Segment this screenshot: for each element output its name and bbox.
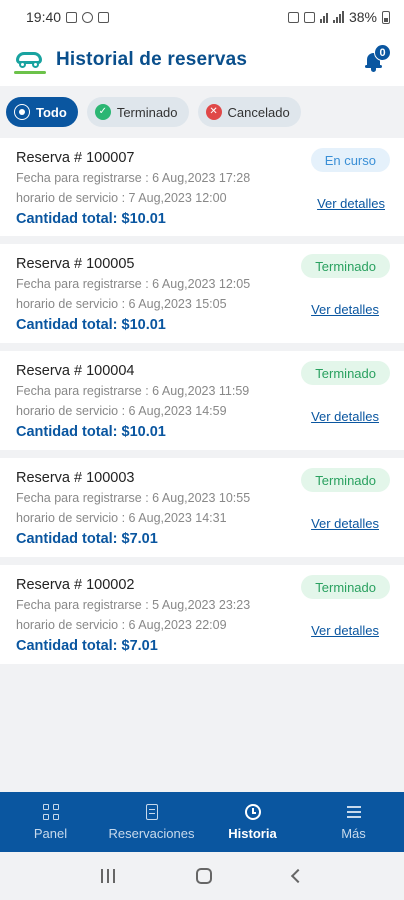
x-circle-icon: ✕ <box>205 104 222 120</box>
back-button[interactable] <box>291 868 306 884</box>
menu-icon <box>346 804 362 820</box>
reservation-card[interactable]: Reserva # 100005 Fecha para registrarse … <box>0 244 404 343</box>
total-amount: Cantidad total: $7.01 <box>16 638 158 654</box>
history-icon <box>244 803 261 820</box>
registration-date: Fecha para registrarse : 6 Aug,2023 11:5… <box>16 384 250 398</box>
whatsapp-notification-icon <box>82 11 94 23</box>
reservation-card[interactable]: Reserva # 100002 Fecha para registrarse … <box>0 565 404 664</box>
service-date: horario de servicio : 6 Aug,2023 14:59 <box>16 404 227 418</box>
nav-label: Panel <box>33 825 68 841</box>
bottom-navigation: Panel Reservaciones Historia Más <box>0 792 404 852</box>
reservation-card[interactable]: Reserva # 100007 Fecha para registrarse … <box>0 138 404 236</box>
registration-date: Fecha para registrarse : 6 Aug,2023 12:0… <box>16 277 251 291</box>
mute-icon <box>303 11 315 23</box>
reservation-card[interactable]: Reserva # 100004 Fecha para registrarse … <box>0 351 404 450</box>
reservation-card[interactable]: Reserva # 100003 Fecha para registrarse … <box>0 458 404 557</box>
nav-label: Reservaciones <box>108 825 195 841</box>
home-button[interactable] <box>195 868 212 884</box>
status-right: 38% <box>287 9 390 25</box>
service-date: horario de servicio : 6 Aug,2023 14:31 <box>16 511 227 525</box>
nav-label: Más <box>341 825 366 841</box>
view-details-link[interactable]: Ver detalles <box>311 623 379 638</box>
view-details-link[interactable]: Ver detalles <box>311 516 379 531</box>
wifi-icon <box>319 11 328 23</box>
nav-item-historia[interactable]: Historia <box>202 792 303 852</box>
signal-icon <box>332 11 344 23</box>
filter-bar: Todo ✓ Terminado ✕ Cancelado <box>0 86 404 138</box>
status-bar: 19:40 38% <box>0 0 404 34</box>
registration-date: Fecha para registrarse : 6 Aug,2023 10:5… <box>16 491 251 505</box>
nav-item-reservaciones[interactable]: Reservaciones <box>101 792 202 852</box>
reservation-id: Reserva # 100002 <box>16 577 135 593</box>
total-amount: Cantidad total: $10.01 <box>16 424 166 440</box>
service-date: horario de servicio : 6 Aug,2023 15:05 <box>16 297 227 311</box>
status-badge: Terminado <box>301 361 390 385</box>
app-logo-icon <box>14 46 46 74</box>
reservation-id: Reserva # 100007 <box>16 150 135 166</box>
reservation-id: Reserva # 100004 <box>16 363 135 379</box>
filter-chip-todo[interactable]: Todo <box>6 97 78 127</box>
filter-label: Cancelado <box>227 104 290 120</box>
system-navigation-bar <box>0 852 404 900</box>
view-details-link[interactable]: Ver detalles <box>311 409 379 424</box>
recent-apps-button[interactable] <box>100 869 115 883</box>
status-badge: Terminado <box>301 468 390 492</box>
filter-label: Todo <box>36 104 67 120</box>
status-badge: Terminado <box>301 575 390 599</box>
filter-chip-cancelado[interactable]: ✕ Cancelado <box>197 97 301 127</box>
notifications-button[interactable]: 0 <box>362 44 391 74</box>
status-badge: Terminado <box>301 254 390 278</box>
filter-label: Terminado <box>116 104 178 120</box>
status-left: 19:40 <box>26 9 110 25</box>
page-title: Historial de reservas <box>56 49 248 70</box>
reservation-id: Reserva # 100005 <box>16 256 135 272</box>
document-icon <box>145 803 158 820</box>
nav-item-panel[interactable]: Panel <box>0 792 101 852</box>
app-header: Historial de reservas 0 <box>0 34 404 86</box>
lock-notification-icon <box>98 11 110 23</box>
all-icon <box>14 104 30 120</box>
check-circle-icon: ✓ <box>94 104 111 120</box>
reservation-id: Reserva # 100003 <box>16 470 135 486</box>
status-time: 19:40 <box>26 9 62 25</box>
status-badge: En curso <box>310 148 390 172</box>
filter-chip-terminado[interactable]: ✓ Terminado <box>86 97 189 127</box>
registration-date: Fecha para registrarse : 5 Aug,2023 23:2… <box>16 598 251 612</box>
service-date: horario de servicio : 6 Aug,2023 22:09 <box>16 618 227 632</box>
alarm-icon <box>287 11 299 23</box>
dashboard-icon <box>42 803 59 820</box>
view-details-link[interactable]: Ver detalles <box>317 196 385 211</box>
total-amount: Cantidad total: $7.01 <box>16 531 158 547</box>
registration-date: Fecha para registrarse : 6 Aug,2023 17:2… <box>16 171 251 185</box>
nav-label: Historia <box>228 825 277 841</box>
battery-icon <box>382 10 390 24</box>
notification-count-badge: 0 <box>374 44 391 61</box>
reservation-list: Reserva # 100007 Fecha para registrarse … <box>0 138 404 672</box>
total-amount: Cantidad total: $10.01 <box>16 211 166 227</box>
battery-percent: 38% <box>348 9 377 25</box>
total-amount: Cantidad total: $10.01 <box>16 317 166 333</box>
view-details-link[interactable]: Ver detalles <box>311 302 379 317</box>
service-date: horario de servicio : 7 Aug,2023 12:00 <box>16 191 227 205</box>
nav-item-mas[interactable]: Más <box>303 792 404 852</box>
gallery-notification-icon <box>66 11 78 23</box>
